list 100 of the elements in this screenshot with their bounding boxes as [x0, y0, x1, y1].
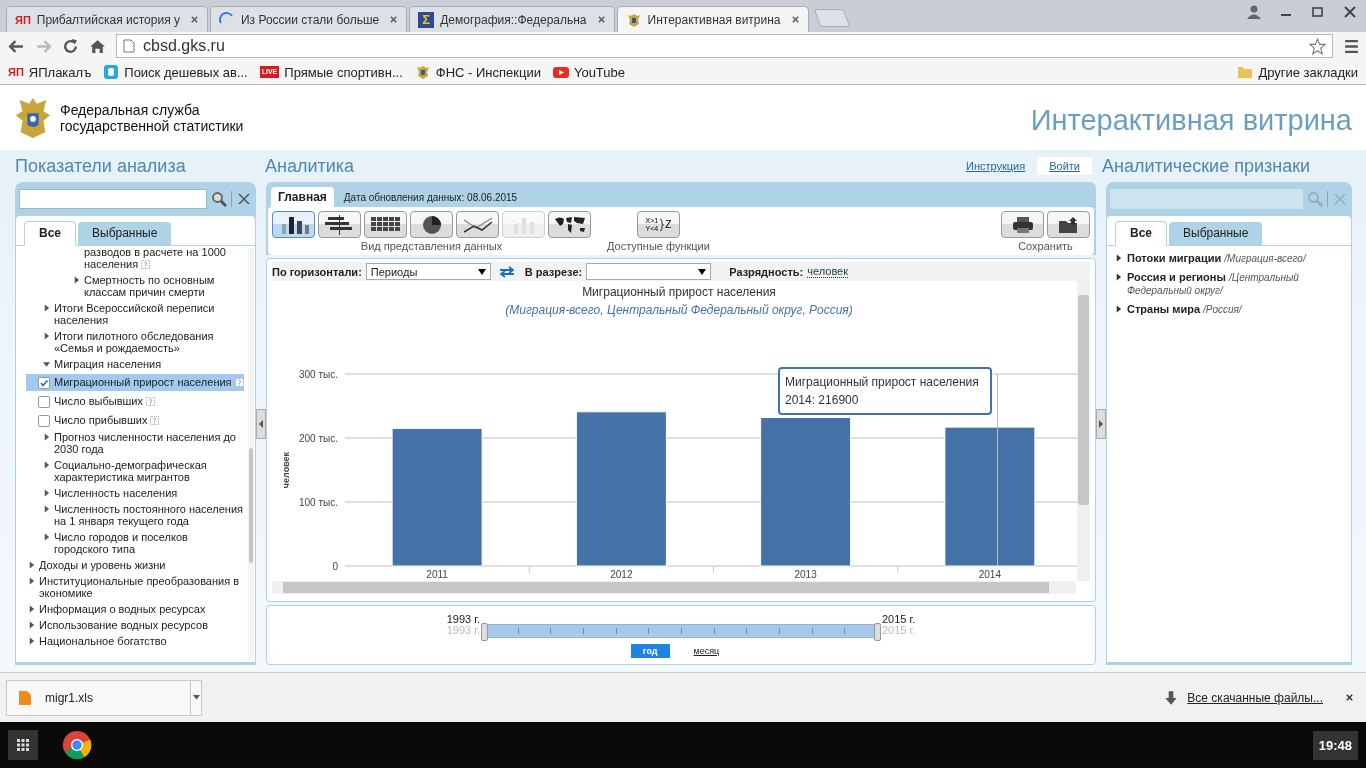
- bar[interactable]: [575, 411, 667, 567]
- browser-tab[interactable]: Из России стали больше: [209, 6, 408, 32]
- collapse-arrow-icon[interactable]: [43, 360, 50, 368]
- instructions-link[interactable]: Инструкция: [953, 157, 1038, 175]
- address-bar[interactable]: cbsd.gks.ru: [116, 34, 1333, 58]
- bar[interactable]: [760, 417, 852, 567]
- tree-item-row[interactable]: Число прибывших: [26, 412, 244, 429]
- swap-icon[interactable]: [498, 265, 515, 278]
- expand-arrow-icon[interactable]: [28, 561, 35, 569]
- all-downloads-link[interactable]: Все скачанные файлы...: [1187, 690, 1323, 705]
- tree-item[interactable]: Прогноз численности населения до 2030 года: [54, 431, 244, 455]
- tree-item-label[interactable]: Число прибывших: [54, 414, 244, 426]
- login-link[interactable]: Войти: [1037, 157, 1092, 175]
- bookmark[interactable]: ЯП ЯПлакалъ: [8, 64, 92, 80]
- bookmark-folder[interactable]: Другие закладки: [1237, 64, 1358, 80]
- tree-item[interactable]: Миграция населения: [54, 358, 244, 370]
- checkbox[interactable]: [38, 415, 50, 427]
- period-mode-button[interactable]: месяц: [681, 644, 732, 658]
- clear-icon[interactable]: [231, 191, 252, 207]
- expand-arrow-icon[interactable]: [1115, 305, 1122, 313]
- close-icon[interactable]: [596, 15, 606, 24]
- app-launcher-button[interactable]: [8, 730, 38, 760]
- browser-icon[interactable]: [62, 730, 92, 760]
- tree-item[interactable]: Национальное богатство: [39, 635, 244, 647]
- pie-view-button[interactable]: [410, 211, 453, 238]
- close-icon[interactable]: [189, 15, 199, 24]
- download-item[interactable]: migr1.xls: [6, 679, 190, 716]
- range-slider[interactable]: [484, 624, 878, 638]
- expand-arrow-icon[interactable]: [28, 577, 35, 585]
- tree-item[interactable]: Институциональные преобразования в экономике: [39, 575, 244, 599]
- close-icon[interactable]: [1345, 693, 1354, 702]
- attribute-item[interactable]: Страны мира /Россия/: [1127, 303, 1242, 316]
- export-button[interactable]: [1047, 211, 1090, 238]
- home-icon[interactable]: [89, 37, 106, 55]
- tab[interactable]: Выбранные: [1169, 222, 1263, 245]
- checkbox[interactable]: [38, 396, 50, 408]
- scrollbar[interactable]: [1077, 281, 1090, 581]
- units-link[interactable]: человек: [807, 265, 849, 278]
- tree-item[interactable]: Доходы и уровень жизни: [39, 559, 244, 571]
- attribute-item[interactable]: Россия и регионы /Центральный Федеральный округ/: [1127, 271, 1343, 297]
- expand-arrow-icon[interactable]: [1115, 254, 1122, 262]
- map-view-button[interactable]: [548, 211, 591, 238]
- search-icon[interactable]: [211, 191, 227, 207]
- tab[interactable]: Главная: [271, 187, 334, 207]
- tree-item-label[interactable]: Число выбывших: [54, 395, 244, 407]
- bar[interactable]: [391, 427, 483, 567]
- tab[interactable]: Все: [1115, 221, 1167, 246]
- bookmark[interactable]: YouTube: [552, 64, 625, 80]
- attribute-item[interactable]: Потоки миграции /Миграция-всего/: [1127, 252, 1306, 265]
- expand-arrow-icon[interactable]: [43, 461, 50, 469]
- expand-arrow-icon[interactable]: [28, 605, 35, 613]
- period-mode-button[interactable]: год: [630, 644, 670, 658]
- menu-icon[interactable]: [1343, 37, 1360, 55]
- expand-arrow-icon[interactable]: [28, 637, 35, 645]
- tab[interactable]: Выбранные: [78, 222, 172, 245]
- tree-item-label[interactable]: Миграционный прирост населения: [54, 376, 244, 388]
- close-icon[interactable]: [389, 15, 399, 24]
- bookmark[interactable]: Поиск дешевых ав...: [103, 64, 248, 80]
- checkbox[interactable]: [38, 377, 50, 389]
- expand-arrow-icon[interactable]: [43, 489, 50, 497]
- line-view-button[interactable]: [456, 211, 499, 238]
- expand-arrow-icon[interactable]: [73, 276, 80, 284]
- reload-icon[interactable]: [62, 37, 79, 55]
- tree-item[interactable]: Численность населения: [54, 487, 244, 499]
- close-icon[interactable]: [790, 15, 800, 24]
- tree-item[interactable]: Итоги пилотного обследования «Семья и рождаемость»: [54, 330, 244, 354]
- tree-item[interactable]: Число городов и поселков городского типа: [54, 531, 244, 555]
- expand-arrow-icon[interactable]: [1115, 273, 1122, 281]
- print-button[interactable]: [1001, 211, 1044, 238]
- bookmark[interactable]: ФНС - Инспекции: [414, 64, 541, 80]
- bar[interactable]: [944, 426, 1036, 567]
- tree-item[interactable]: Численность постоянного населения на 1 января текущего года: [54, 503, 244, 527]
- tree-item[interactable]: Смертность по основным классам причин смерти: [84, 274, 244, 298]
- back-icon[interactable]: [8, 37, 25, 55]
- expand-arrow-icon[interactable]: [43, 533, 50, 541]
- expand-arrow-icon[interactable]: [28, 621, 35, 629]
- pyramid-view-button[interactable]: [318, 211, 361, 238]
- tree-item-row[interactable]: Число выбывших: [26, 393, 244, 410]
- expand-arrow-icon[interactable]: [43, 304, 50, 312]
- scrollbar[interactable]: [272, 581, 1076, 594]
- tab[interactable]: Все: [24, 221, 76, 246]
- expand-arrow-icon[interactable]: [43, 332, 50, 340]
- tree-item[interactable]: Использование водных ресурсов: [39, 619, 244, 631]
- browser-tab[interactable]: Σ Демография::Федеральна: [409, 6, 615, 32]
- tree-item[interactable]: Итоги Всероссийской переписи населения: [54, 302, 244, 326]
- tree-item[interactable]: Социально-демографическая характеристика мигрантов: [54, 459, 244, 483]
- dropdown[interactable]: Периоды: [365, 263, 491, 280]
- user-icon[interactable]: [1244, 4, 1264, 20]
- tree-item[interactable]: разводов в расчете на 1000 населения: [84, 246, 244, 270]
- tree-item[interactable]: Информация о водных ресурсах: [39, 603, 244, 615]
- browser-tab[interactable]: ЯП Прибалтийская история у: [6, 6, 208, 32]
- expand-arrow-icon[interactable]: [43, 505, 50, 513]
- dropdown-button[interactable]: [190, 679, 202, 716]
- star-icon[interactable]: [1309, 37, 1326, 55]
- search-field[interactable]: [19, 189, 207, 209]
- bar-view-button[interactable]: [272, 211, 315, 238]
- tree-item-row[interactable]: Миграционный прирост населения: [26, 374, 244, 391]
- search-field[interactable]: [1110, 189, 1303, 209]
- browser-tab[interactable]: Интерактивная витрина: [616, 6, 809, 32]
- expand-arrow-icon[interactable]: [43, 433, 50, 441]
